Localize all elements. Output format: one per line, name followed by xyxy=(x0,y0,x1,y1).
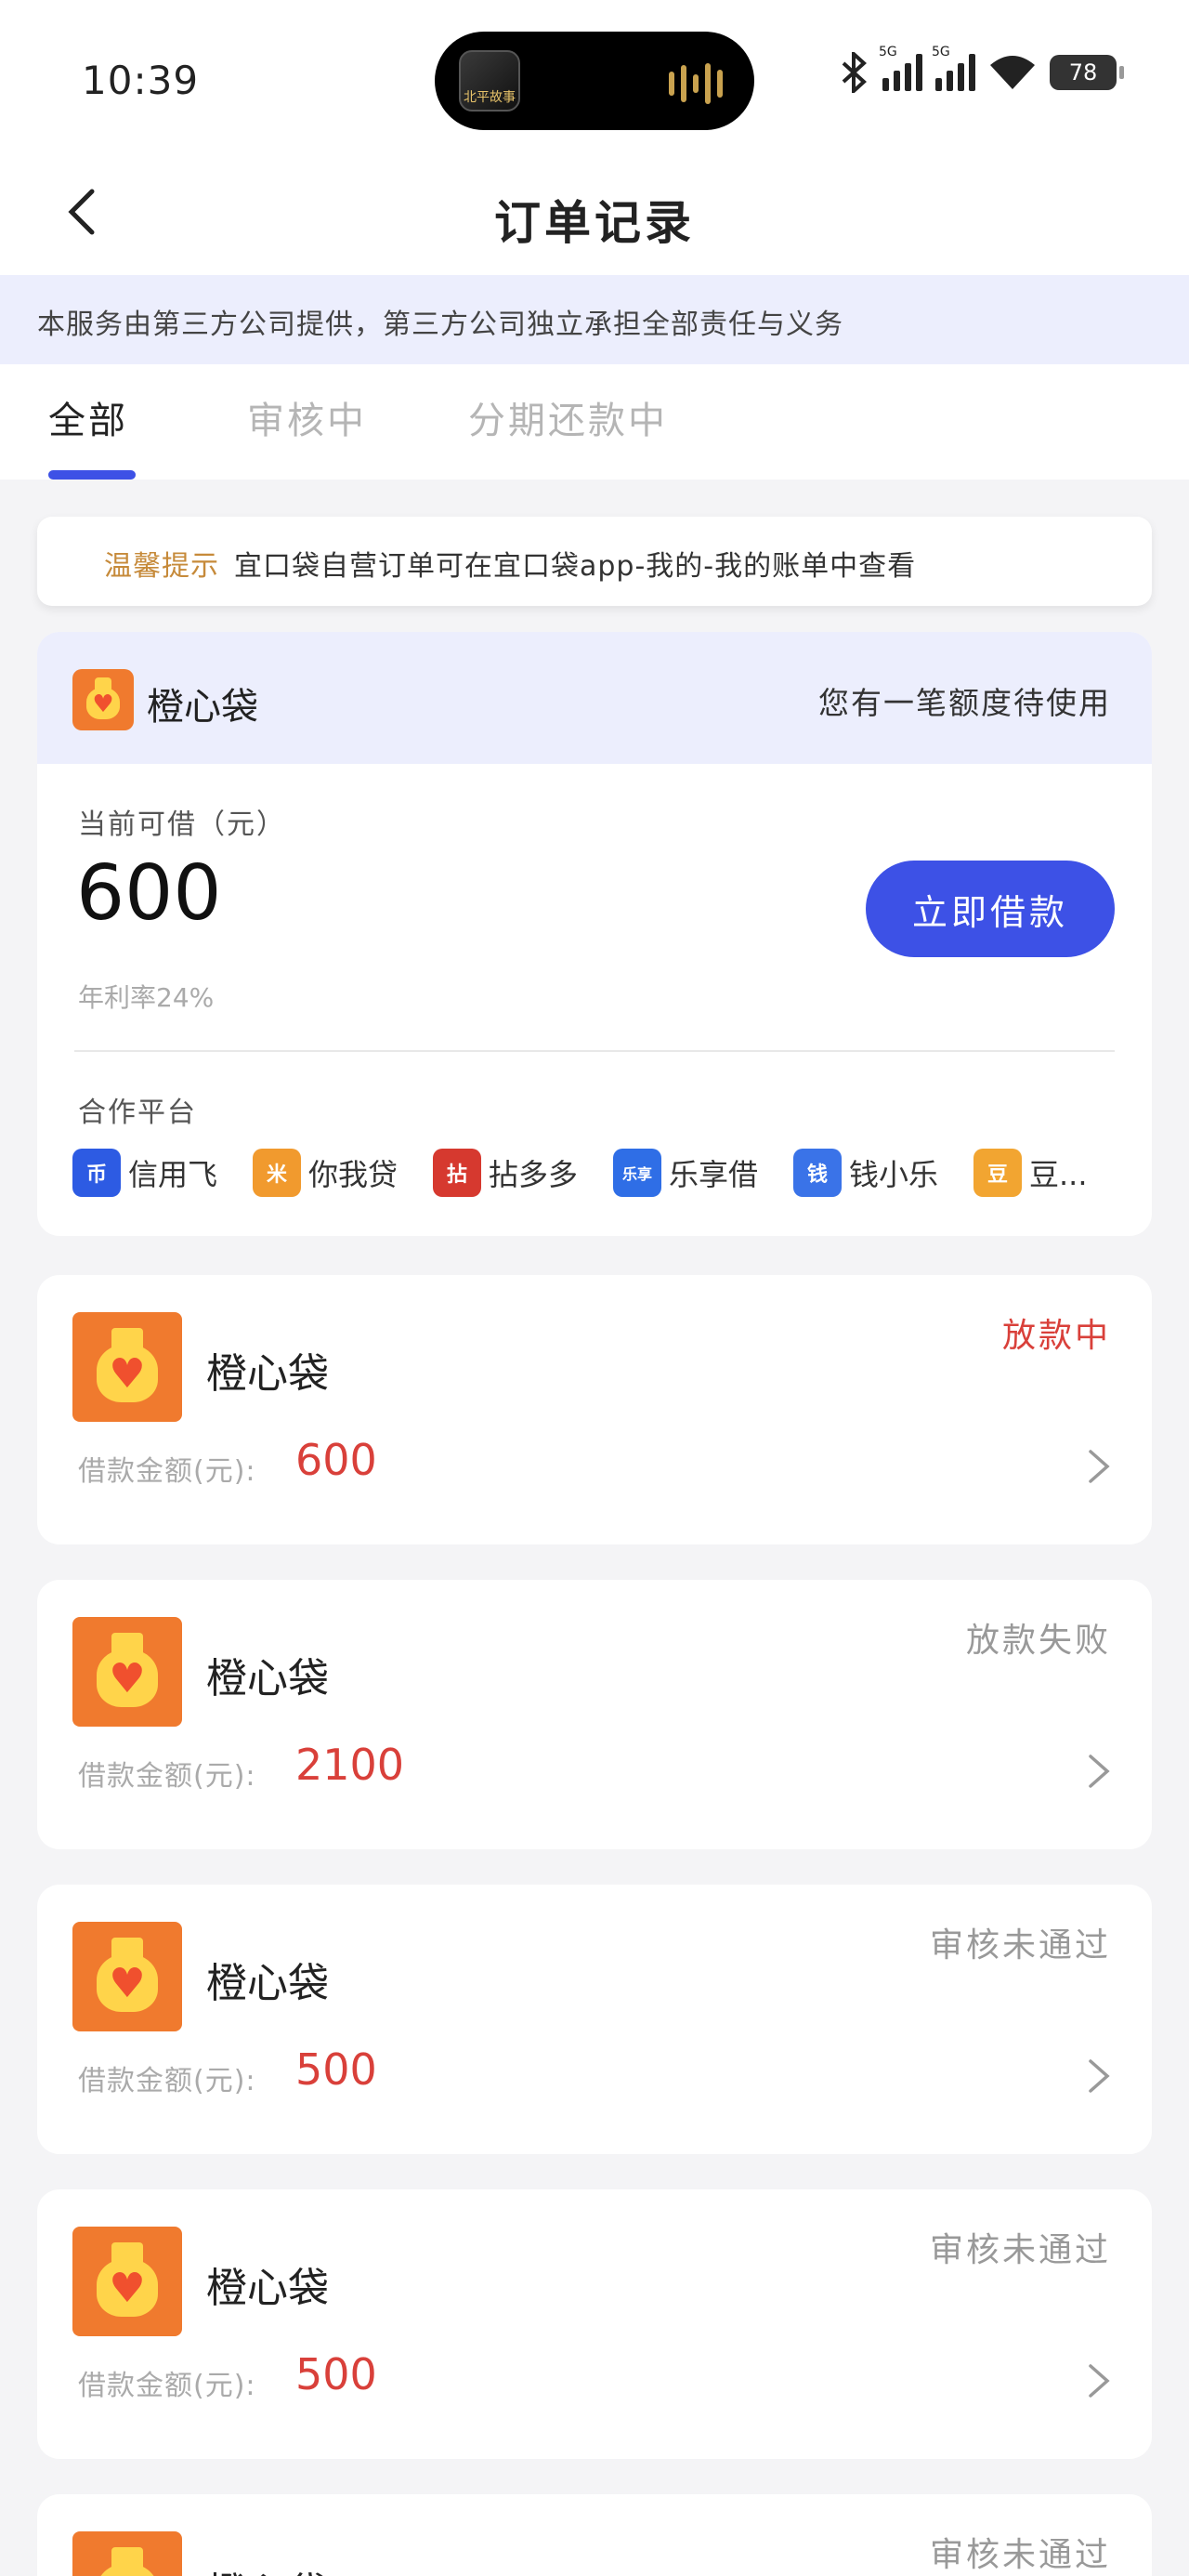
signal-icon: 5G xyxy=(879,45,922,91)
partner-item[interactable]: 米 你我贷 xyxy=(253,1149,433,1197)
money-bag-icon xyxy=(72,2227,182,2336)
order-product-name: 橙心袋 xyxy=(206,2559,329,2576)
bluetooth-icon xyxy=(842,52,867,93)
amount-label: 借款金额(元): xyxy=(78,2370,256,2402)
wifi-icon xyxy=(990,56,1035,89)
tip-text: 宜口袋自营订单可在宜口袋app-我的-我的账单中查看 xyxy=(234,550,917,583)
clock: 10:39 xyxy=(82,58,200,103)
money-bag-icon xyxy=(72,1617,182,1727)
tip-banner: 温馨提示 宜口袋自营订单可在宜口袋app-我的-我的账单中查看 xyxy=(37,517,1152,606)
tab-bar: 全部 审核中 分期还款中 xyxy=(0,364,1189,480)
nianduoduo-icon: 拈 xyxy=(433,1149,481,1197)
partner-name: 乐享借 xyxy=(669,1157,759,1192)
product-name: 橙心袋 xyxy=(147,686,258,729)
divider xyxy=(74,1050,1115,1052)
available-label: 当前可借（元） xyxy=(78,808,286,841)
disclaimer-banner: 本服务由第三方公司提供，第三方公司独立承担全部责任与义务 xyxy=(0,275,1189,364)
order-amount: 600 xyxy=(295,1435,377,1485)
order-card[interactable]: 橙心袋 审核未通过 xyxy=(37,2494,1152,2576)
order-status: 审核未通过 xyxy=(929,2231,1111,2269)
order-amount: 500 xyxy=(295,2349,377,2399)
order-product-name: 橙心袋 xyxy=(206,1350,329,1398)
money-bag-icon xyxy=(72,669,134,730)
partner-item[interactable]: 钱 钱小乐 xyxy=(793,1149,973,1197)
amount-label: 借款金额(元): xyxy=(78,1760,256,1793)
amount-label: 借款金额(元): xyxy=(78,2065,256,2097)
annual-rate: 年利率24% xyxy=(78,982,215,1013)
partner-name: 钱小乐 xyxy=(849,1157,939,1192)
loan-offer-card: 橙心袋 您有一笔额度待使用 当前可借（元） 600 立即借款 年利率24% 合作… xyxy=(37,632,1152,1236)
available-amount: 600 xyxy=(76,849,222,938)
partner-item[interactable]: 乐享 乐享借 xyxy=(613,1149,793,1197)
partner-list: 币 信用飞 米 你我贷 拈 拈多多 乐享 乐享借 钱 钱小乐 豆 豆... xyxy=(72,1149,1085,1197)
audio-wave-icon xyxy=(669,63,723,104)
dynamic-island[interactable]: 北平故事 xyxy=(435,32,754,130)
battery-icon: 78 xyxy=(1050,55,1124,90)
order-card[interactable]: 橙心袋 放款失败 借款金额(元): 2100 xyxy=(37,1580,1152,1849)
order-product-name: 橙心袋 xyxy=(206,2265,329,2312)
chevron-right-icon xyxy=(1089,2364,1110,2398)
money-bag-icon xyxy=(72,2531,182,2576)
order-card[interactable]: 橙心袋 审核未通过 借款金额(元): 500 xyxy=(37,1885,1152,2154)
partner-item[interactable]: 豆 豆... xyxy=(973,1149,1085,1197)
chevron-right-icon xyxy=(1089,2059,1110,2093)
money-bag-icon xyxy=(72,1922,182,2031)
xinyongfei-icon: 币 xyxy=(72,1149,121,1197)
amount-label: 借款金额(元): xyxy=(78,1455,256,1488)
tab-installment[interactable]: 分期还款中 xyxy=(468,390,668,444)
nav-bar: 订单记录 xyxy=(0,158,1189,275)
partner-name: 信用飞 xyxy=(128,1157,218,1192)
partner-item[interactable]: 拈 拈多多 xyxy=(433,1149,613,1197)
order-product-name: 橙心袋 xyxy=(206,1655,329,1702)
partner-item[interactable]: 币 信用飞 xyxy=(72,1149,253,1197)
tab-all[interactable]: 全部 xyxy=(48,390,128,444)
partners-label: 合作平台 xyxy=(78,1097,197,1129)
partner-name: 你我贷 xyxy=(308,1157,399,1192)
order-status: 放款失败 xyxy=(965,1622,1111,1660)
partner-name: 拈多多 xyxy=(489,1157,579,1192)
lexiangjie-icon: 乐享 xyxy=(613,1149,661,1197)
status-bar: 10:39 北平故事 5G 5G 78 xyxy=(0,0,1189,158)
chevron-right-icon xyxy=(1089,1450,1110,1483)
page-title: 订单记录 xyxy=(494,196,695,250)
qianxiaole-icon: 钱 xyxy=(793,1149,842,1197)
chevron-right-icon xyxy=(1089,1755,1110,1788)
card-header: 橙心袋 您有一笔额度待使用 xyxy=(37,632,1152,764)
tab-indicator xyxy=(48,470,136,480)
order-product-name: 橙心袋 xyxy=(206,1960,329,2007)
partner-name: 豆... xyxy=(1029,1157,1085,1192)
apply-loan-button[interactable]: 立即借款 xyxy=(866,861,1115,957)
order-card[interactable]: 橙心袋 审核未通过 借款金额(元): 500 xyxy=(37,2189,1152,2459)
album-cover: 北平故事 xyxy=(459,50,520,112)
dou-icon: 豆 xyxy=(973,1149,1022,1197)
order-card[interactable]: 橙心袋 放款中 借款金额(元): 600 xyxy=(37,1275,1152,1544)
signal-icon: 5G xyxy=(932,45,975,91)
tab-reviewing[interactable]: 审核中 xyxy=(247,390,367,444)
order-status: 放款中 xyxy=(1001,1317,1111,1355)
quota-note: 您有一笔额度待使用 xyxy=(818,685,1111,721)
order-amount: 500 xyxy=(295,2044,377,2095)
money-bag-icon xyxy=(72,1312,182,1422)
order-amount: 2100 xyxy=(295,1740,405,1790)
niwodai-icon: 米 xyxy=(253,1149,301,1197)
order-status: 审核未通过 xyxy=(929,2536,1111,2574)
order-status: 审核未通过 xyxy=(929,1926,1111,1965)
tip-prefix: 温馨提示 xyxy=(104,550,219,583)
